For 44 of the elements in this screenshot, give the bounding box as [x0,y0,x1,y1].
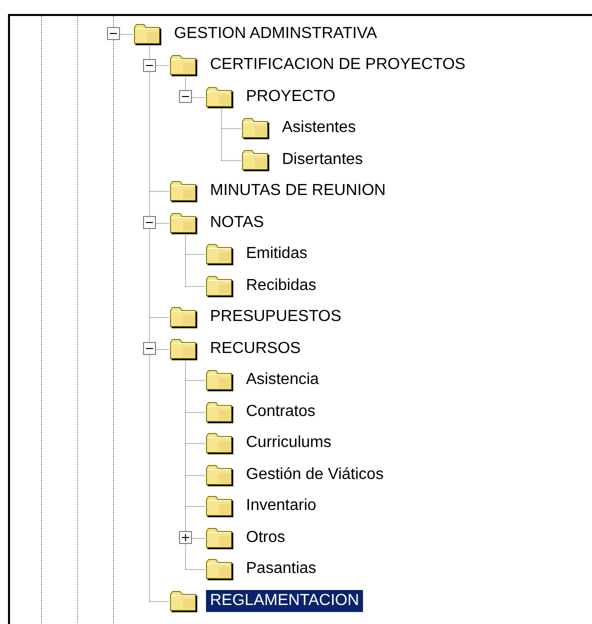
folder-icon [169,336,198,361]
tree-item[interactable]: RECURSOS [206,338,305,360]
tree-item[interactable]: Recibidas [242,274,320,297]
collapse-toggle[interactable] [142,216,156,230]
folder-icon [169,179,198,204]
folder-icon [205,526,234,550]
tree-item[interactable]: Curriculums [242,432,336,454]
tree-item[interactable]: PRESUPUESTOS [206,306,346,328]
tree-item[interactable]: CERTIFICACION DE PROYECTOS [206,54,470,76]
folder-icon [205,494,234,518]
collapse-toggle[interactable] [142,342,156,356]
tree-item[interactable]: MINUTAS DE REUNION [206,180,390,202]
tree-item[interactable]: Emitidas [242,243,312,266]
folder-icon [205,84,234,109]
folder-icon [205,557,234,582]
folder-icon [205,242,234,266]
folder-icon [241,116,270,140]
tree-item[interactable]: REGLAMENTACION [206,590,364,612]
tree-item[interactable]: GESTION ADMINSTRATIVA [170,22,381,45]
folder-icon [205,274,234,298]
tree-item[interactable]: PROYECTO [242,86,340,108]
folder-icon [205,368,234,392]
folder-icon [133,22,162,46]
folder-icon [205,462,234,487]
folder-icon [205,400,234,424]
folder-icon [169,210,198,235]
collapse-toggle[interactable] [178,90,192,104]
tree-item[interactable]: Asistentes [278,117,360,140]
folder-icon [241,148,270,172]
folder-icon [169,305,198,330]
tree-item[interactable]: Pasantias [242,558,320,580]
folder-icon [169,588,198,613]
expand-toggle[interactable] [178,531,192,544]
tree-item[interactable]: Disertantes [278,148,367,171]
tree-item[interactable]: Asistencia [242,369,323,392]
tree-item[interactable]: Contratos [242,400,320,423]
tree-item[interactable]: Gestión de Viáticos [242,464,388,486]
collapse-toggle[interactable] [142,58,156,72]
tree-item[interactable]: Otros [242,526,290,549]
folder-icon [169,53,198,78]
tree-item[interactable]: Inventario [242,495,320,518]
tree-item[interactable]: NOTAS [206,212,268,234]
collapse-toggle[interactable] [106,27,120,40]
folder-icon [205,431,234,456]
